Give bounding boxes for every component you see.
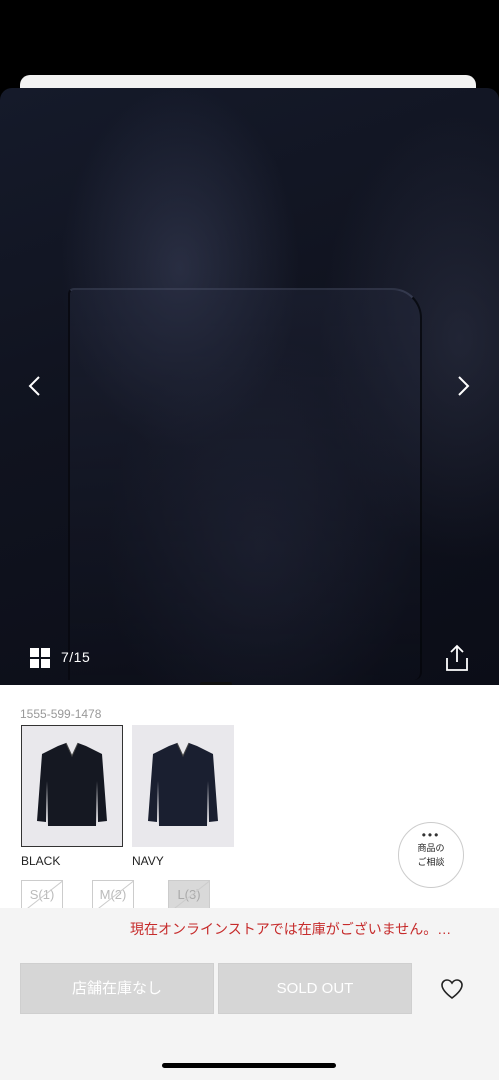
share-icon[interactable] bbox=[444, 644, 470, 672]
color-label-navy: NAVY bbox=[132, 854, 164, 868]
jacket-pocket-detail bbox=[68, 288, 422, 680]
grid-icon[interactable] bbox=[30, 648, 50, 668]
heart-icon[interactable] bbox=[440, 978, 464, 1000]
consult-label-line2: ご相談 bbox=[417, 857, 445, 867]
chevron-left-icon[interactable] bbox=[24, 374, 48, 398]
image-counter: 7/15 bbox=[61, 649, 91, 665]
product-photo[interactable]: 7/15 bbox=[0, 88, 499, 685]
size-option-s[interactable]: S(1) bbox=[21, 880, 63, 910]
consult-button[interactable]: ••• 商品の ご相談 bbox=[398, 822, 464, 888]
color-swatch-black[interactable] bbox=[21, 725, 123, 847]
home-indicator bbox=[162, 1063, 336, 1068]
consult-label-line1: 商品の bbox=[417, 843, 445, 853]
size-option-m[interactable]: M(2) bbox=[92, 880, 134, 910]
stock-notice[interactable]: 現在オンラインストアでは在庫がございません。… bbox=[130, 919, 451, 939]
sold-out-button[interactable]: SOLD OUT bbox=[218, 963, 412, 1014]
product-code: 1555-599-1478 bbox=[20, 707, 102, 721]
color-swatch-navy[interactable] bbox=[132, 725, 234, 847]
size-option-l[interactable]: L(3) bbox=[168, 880, 210, 910]
store-stock-button[interactable]: 店舗在庫なし bbox=[20, 963, 214, 1014]
color-label-black: BLACK bbox=[21, 854, 61, 868]
purchase-bar: 現在オンラインストアでは在庫がございません。… 店舗在庫なし SOLD OUT bbox=[0, 908, 499, 1080]
more-dots-icon: ••• bbox=[421, 828, 441, 842]
chevron-right-icon[interactable] bbox=[450, 374, 474, 398]
